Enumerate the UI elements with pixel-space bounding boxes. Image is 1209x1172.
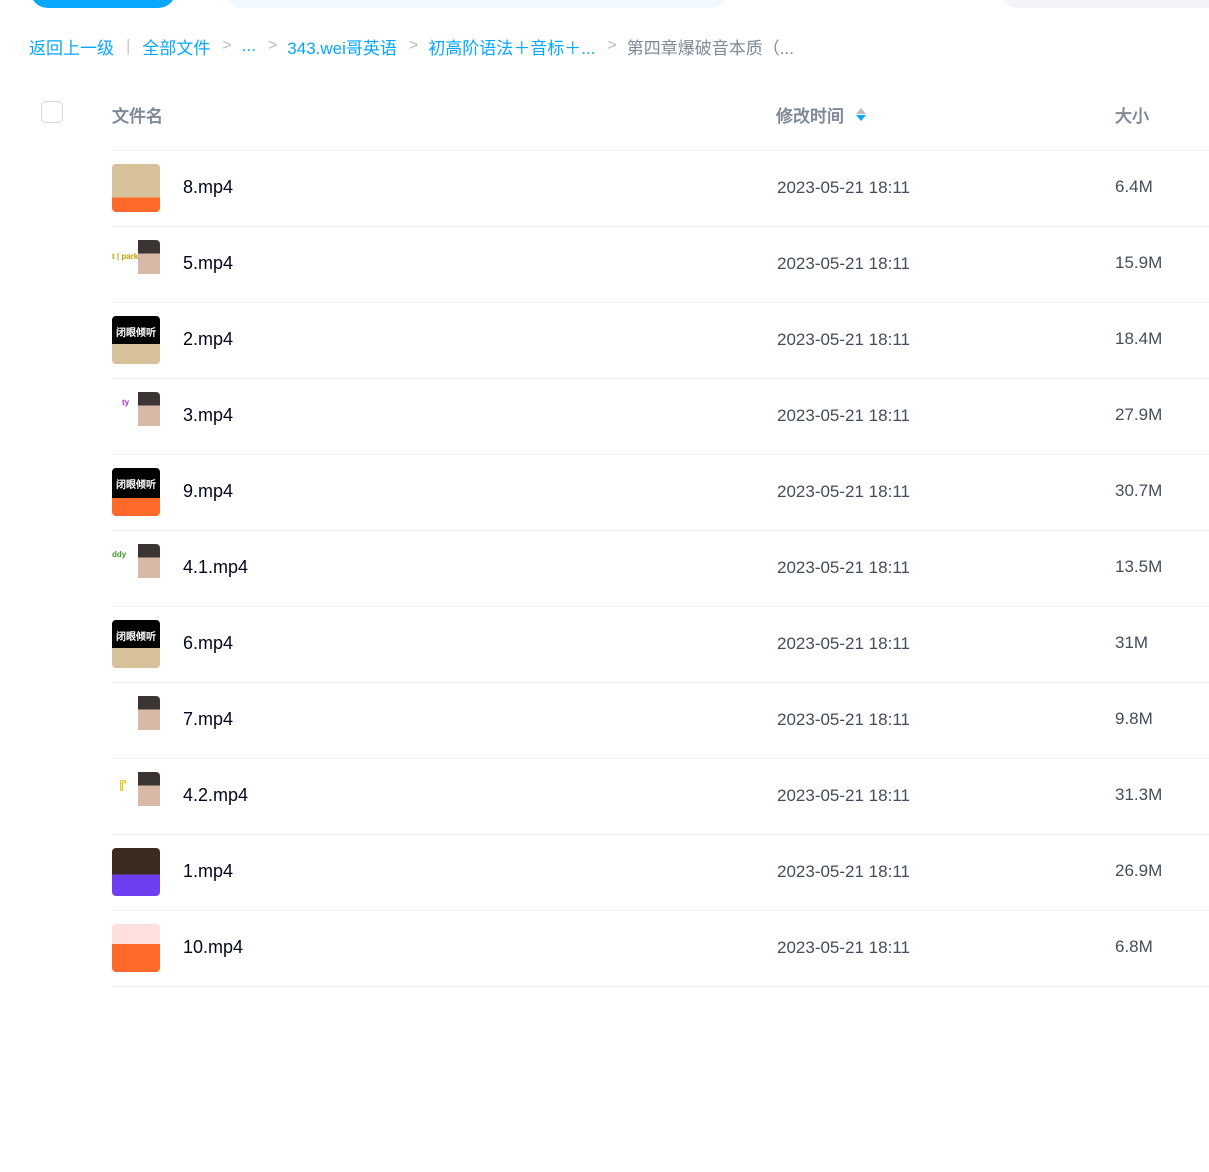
file-time: 2023-05-21 18:11 bbox=[777, 330, 910, 349]
file-list: 8.mp4 2023-05-21 18:11 6.4M t | park 5.m… bbox=[0, 150, 1209, 987]
file-name[interactable]: 10.mp4 bbox=[183, 937, 243, 958]
select-all-checkbox[interactable] bbox=[41, 101, 63, 123]
file-name[interactable]: 2.mp4 bbox=[183, 329, 233, 350]
video-thumbnail[interactable] bbox=[112, 924, 160, 972]
file-row[interactable]: ty 3.mp4 2023-05-21 18:11 27.9M bbox=[0, 378, 1209, 454]
column-time-label: 修改时间 bbox=[776, 107, 844, 126]
thumbnail-text: 『 bbox=[112, 780, 126, 796]
column-size-header[interactable]: 大小 bbox=[1115, 102, 1149, 127]
back-link[interactable]: 返回上一级 bbox=[29, 34, 114, 59]
video-thumbnail[interactable]: ddy bbox=[112, 544, 160, 592]
video-thumbnail[interactable]: 『 bbox=[112, 772, 160, 820]
video-thumbnail[interactable]: 闭眼倾听 bbox=[112, 316, 160, 364]
file-time: 2023-05-21 18:11 bbox=[777, 938, 910, 957]
breadcrumb-current: 第四章爆破音本质（... bbox=[626, 38, 794, 58]
video-thumbnail[interactable]: ty bbox=[112, 392, 160, 440]
upload-button[interactable] bbox=[30, 0, 176, 8]
file-row[interactable]: 闭眼倾听 9.mp4 2023-05-21 18:11 30.7M bbox=[0, 454, 1209, 530]
file-time: 2023-05-21 18:11 bbox=[777, 786, 910, 805]
file-name[interactable]: 8.mp4 bbox=[183, 177, 233, 198]
file-size: 9.8M bbox=[1115, 709, 1153, 728]
chevron-right-icon: > bbox=[267, 37, 278, 54]
file-row[interactable]: 闭眼倾听 6.mp4 2023-05-21 18:11 31M bbox=[0, 606, 1209, 682]
breadcrumb: 返回上一级 | 全部文件 > ... > 343.wei哥英语 > 初高阶语法＋… bbox=[29, 34, 794, 58]
file-time: 2023-05-21 18:11 bbox=[777, 862, 910, 881]
breadcrumb-all-files[interactable]: 全部文件 bbox=[142, 34, 210, 59]
file-name[interactable]: 7.mp4 bbox=[183, 709, 233, 730]
thumbnail-text: 闭眼倾听 bbox=[116, 328, 156, 339]
file-list-header: 文件名 修改时间 大小 bbox=[0, 80, 1209, 150]
file-size: 27.9M bbox=[1115, 405, 1163, 424]
file-time: 2023-05-21 18:11 bbox=[777, 634, 910, 653]
breadcrumb-folder-grammar[interactable]: 初高阶语法＋音标＋... bbox=[428, 34, 595, 59]
file-name[interactable]: 5.mp4 bbox=[183, 253, 233, 274]
file-size: 31M bbox=[1115, 633, 1149, 652]
file-size: 13.5M bbox=[1115, 557, 1163, 576]
sort-icon[interactable] bbox=[856, 108, 866, 121]
top-right-toolbar[interactable] bbox=[1000, 0, 1209, 8]
file-name[interactable]: 9.mp4 bbox=[183, 481, 233, 502]
file-time: 2023-05-21 18:11 bbox=[777, 710, 910, 729]
file-row[interactable]: 1.mp4 2023-05-21 18:11 26.9M bbox=[0, 834, 1209, 910]
file-time: 2023-05-21 18:11 bbox=[777, 178, 910, 197]
file-size: 6.4M bbox=[1115, 177, 1153, 196]
file-size: 31.3M bbox=[1115, 785, 1163, 804]
thumbnail-text: 闭眼倾听 bbox=[116, 480, 156, 491]
thumbnail-text: ddy bbox=[112, 550, 127, 559]
column-time-header[interactable]: 修改时间 bbox=[776, 102, 866, 127]
file-size: 26.9M bbox=[1115, 861, 1163, 880]
search-input[interactable] bbox=[226, 0, 728, 8]
file-name[interactable]: 3.mp4 bbox=[183, 405, 233, 426]
file-size: 18.4M bbox=[1115, 329, 1163, 348]
breadcrumb-divider: | bbox=[126, 36, 131, 55]
column-name-header[interactable]: 文件名 bbox=[112, 102, 163, 127]
file-name[interactable]: 1.mp4 bbox=[183, 861, 233, 882]
file-row[interactable]: 『 4.2.mp4 2023-05-21 18:11 31.3M bbox=[0, 758, 1209, 834]
thumbnail-text: 闭眼倾听 bbox=[116, 632, 156, 643]
file-row[interactable]: t | park 5.mp4 2023-05-21 18:11 15.9M bbox=[0, 226, 1209, 302]
chevron-right-icon: > bbox=[408, 37, 419, 54]
file-time: 2023-05-21 18:11 bbox=[777, 482, 910, 501]
breadcrumb-ellipsis[interactable]: ... bbox=[242, 36, 256, 56]
file-time: 2023-05-21 18:11 bbox=[777, 558, 910, 577]
thumbnail-text: ty bbox=[122, 398, 130, 407]
chevron-right-icon: > bbox=[607, 37, 617, 54]
chevron-right-icon: > bbox=[222, 37, 232, 54]
video-thumbnail[interactable]: t | park bbox=[112, 240, 160, 288]
video-thumbnail[interactable] bbox=[112, 696, 160, 744]
file-time: 2023-05-21 18:11 bbox=[777, 254, 910, 273]
thumbnail-text: t | park bbox=[112, 252, 139, 261]
video-thumbnail[interactable] bbox=[112, 848, 160, 896]
file-row[interactable]: 8.mp4 2023-05-21 18:11 6.4M bbox=[0, 150, 1209, 226]
file-name[interactable]: 6.mp4 bbox=[183, 633, 233, 654]
file-size: 15.9M bbox=[1115, 253, 1163, 272]
file-time: 2023-05-21 18:11 bbox=[777, 406, 910, 425]
file-row[interactable]: ddy 4.1.mp4 2023-05-21 18:11 13.5M bbox=[0, 530, 1209, 606]
file-size: 30.7M bbox=[1115, 481, 1163, 500]
video-thumbnail[interactable]: 闭眼倾听 bbox=[112, 468, 160, 516]
file-row[interactable]: 10.mp4 2023-05-21 18:11 6.8M bbox=[0, 910, 1209, 986]
file-name[interactable]: 4.1.mp4 bbox=[183, 557, 248, 578]
video-thumbnail[interactable]: 闭眼倾听 bbox=[112, 620, 160, 668]
file-row[interactable]: 7.mp4 2023-05-21 18:11 9.8M bbox=[0, 682, 1209, 758]
video-thumbnail[interactable] bbox=[112, 164, 160, 212]
file-size: 6.8M bbox=[1115, 937, 1153, 956]
file-row[interactable]: 闭眼倾听 2.mp4 2023-05-21 18:11 18.4M bbox=[0, 302, 1209, 378]
breadcrumb-folder-wei[interactable]: 343.wei哥英语 bbox=[287, 34, 397, 59]
file-name[interactable]: 4.2.mp4 bbox=[183, 785, 248, 806]
